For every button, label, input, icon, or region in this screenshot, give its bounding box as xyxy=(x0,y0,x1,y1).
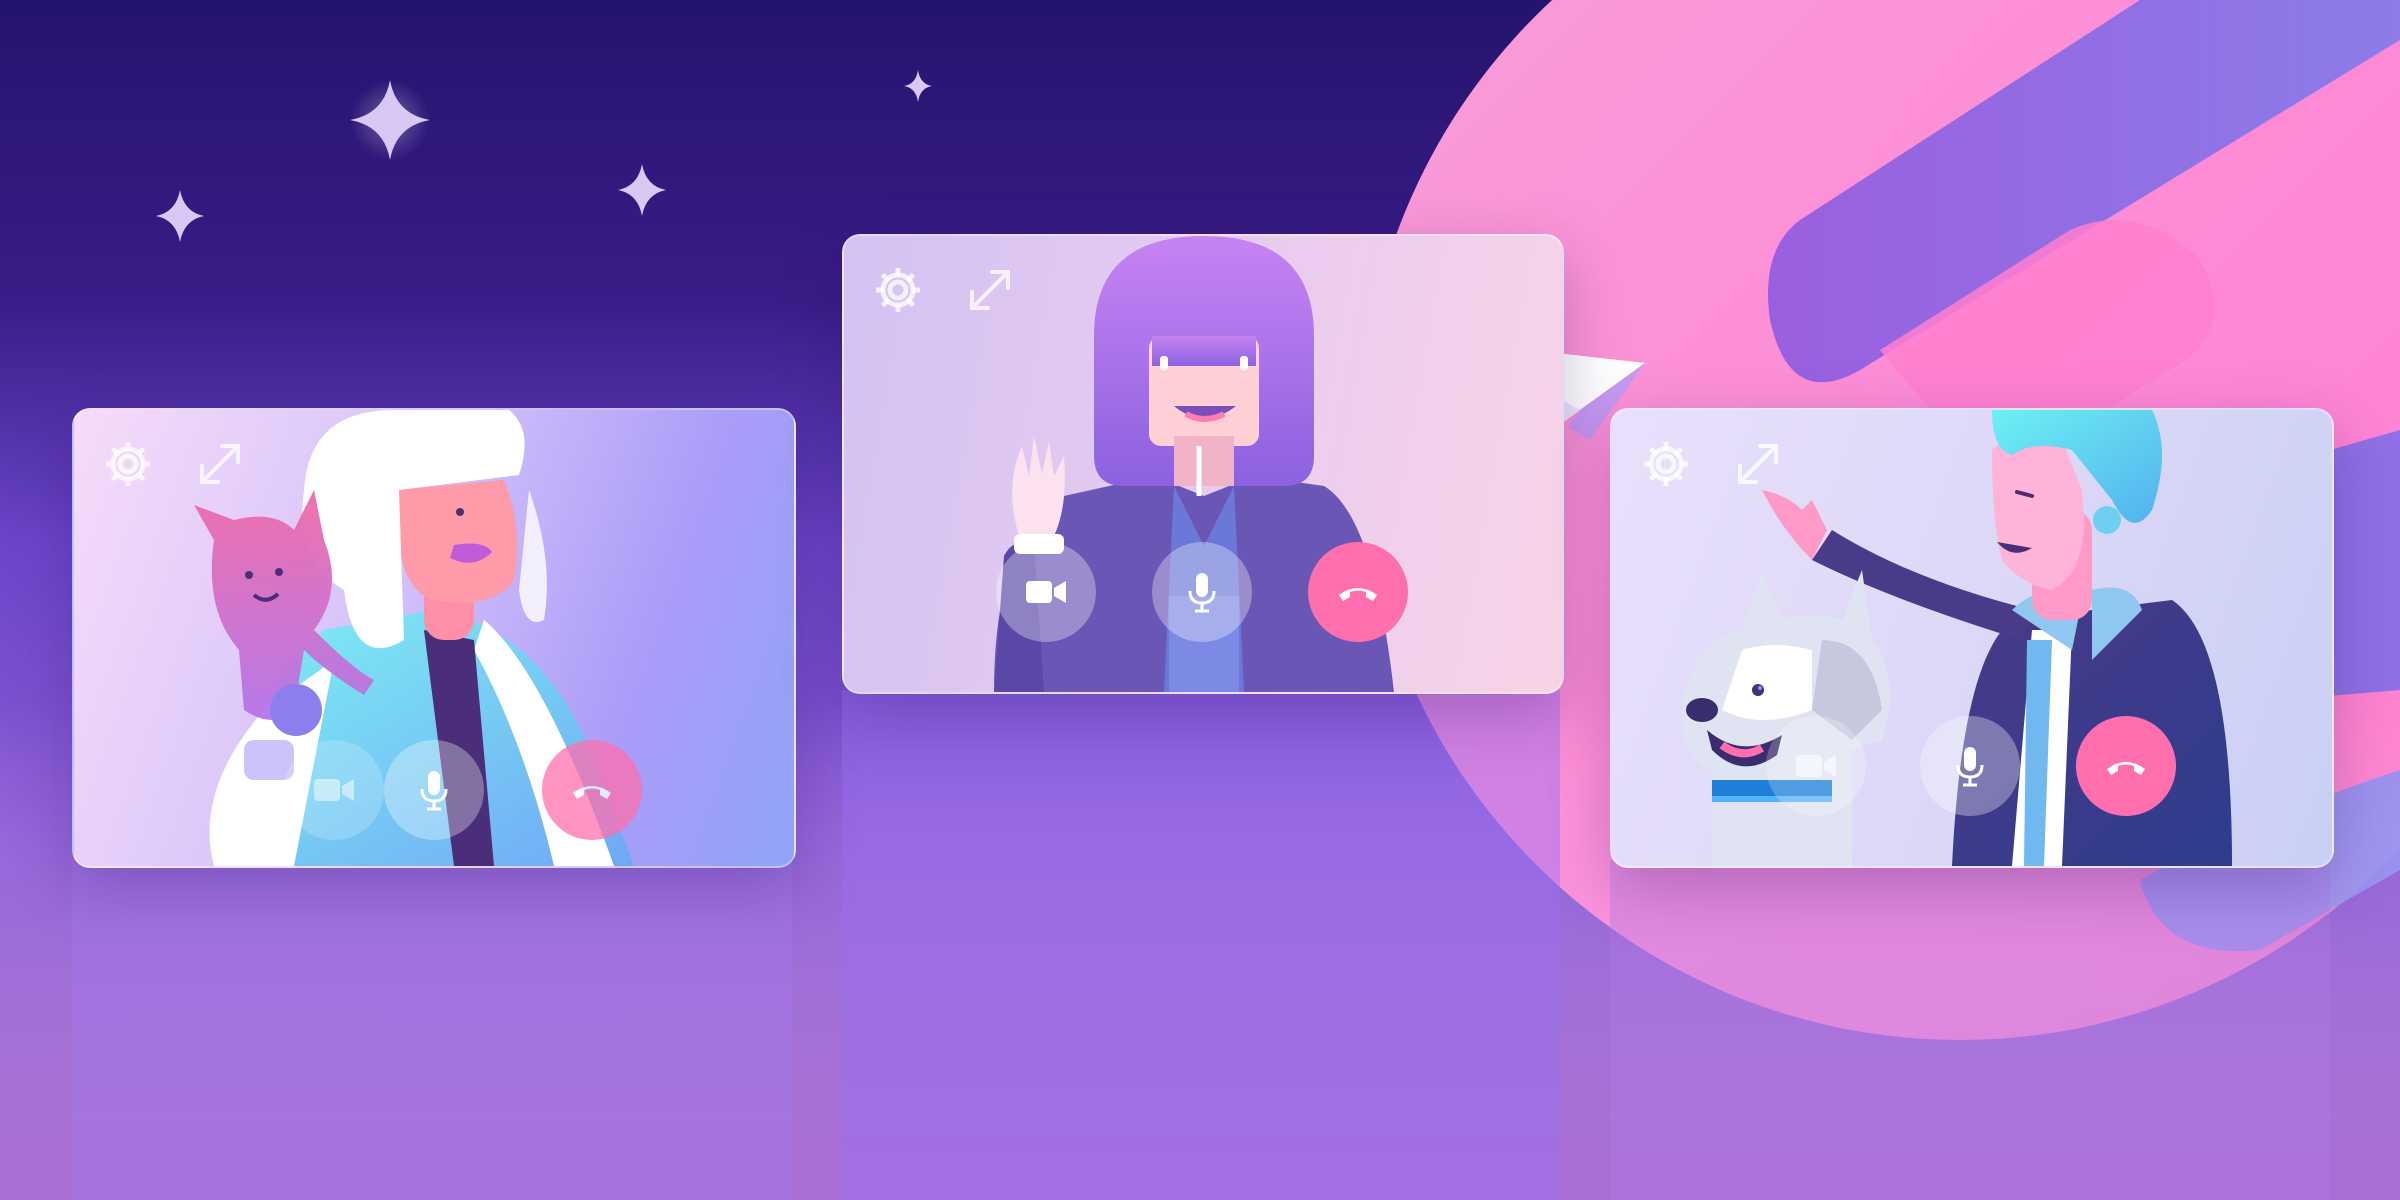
expand-icon[interactable] xyxy=(192,436,248,492)
microphone-icon xyxy=(1188,573,1216,613)
hang-up-icon xyxy=(573,786,611,799)
camera-icon xyxy=(1026,581,1066,603)
hang-up-icon xyxy=(1339,588,1377,601)
microphone-icon xyxy=(420,771,448,811)
hang-up-icon xyxy=(2107,762,2145,775)
sparkle-icon xyxy=(350,80,430,160)
sparkle-icon xyxy=(618,164,666,216)
sparkle-icon xyxy=(156,190,204,242)
camera-toggle-button[interactable] xyxy=(284,740,384,840)
mute-button[interactable] xyxy=(384,740,484,840)
window-shadow-column xyxy=(842,690,1560,1200)
end-call-button[interactable] xyxy=(542,740,642,840)
end-call-button[interactable] xyxy=(2076,716,2176,816)
window-shadow-column xyxy=(72,860,792,1200)
gear-icon[interactable] xyxy=(1638,436,1694,492)
video-call-window-3[interactable] xyxy=(1610,408,2334,868)
gear-icon[interactable] xyxy=(100,436,156,492)
camera-icon xyxy=(314,779,354,801)
mute-button[interactable] xyxy=(1152,542,1252,642)
window-shadow-column xyxy=(1610,860,2330,1200)
microphone-icon xyxy=(1956,747,1984,787)
expand-icon[interactable] xyxy=(1730,436,1786,492)
camera-toggle-button[interactable] xyxy=(1766,716,1866,816)
camera-icon xyxy=(1796,755,1836,777)
end-call-button[interactable] xyxy=(1308,542,1408,642)
expand-icon[interactable] xyxy=(962,262,1018,318)
mute-button[interactable] xyxy=(1920,716,2020,816)
video-call-window-1[interactable] xyxy=(72,408,796,868)
camera-toggle-button[interactable] xyxy=(996,542,1096,642)
sparkle-icon xyxy=(904,70,932,102)
video-call-window-2[interactable] xyxy=(842,234,1564,694)
gear-icon[interactable] xyxy=(870,262,926,318)
